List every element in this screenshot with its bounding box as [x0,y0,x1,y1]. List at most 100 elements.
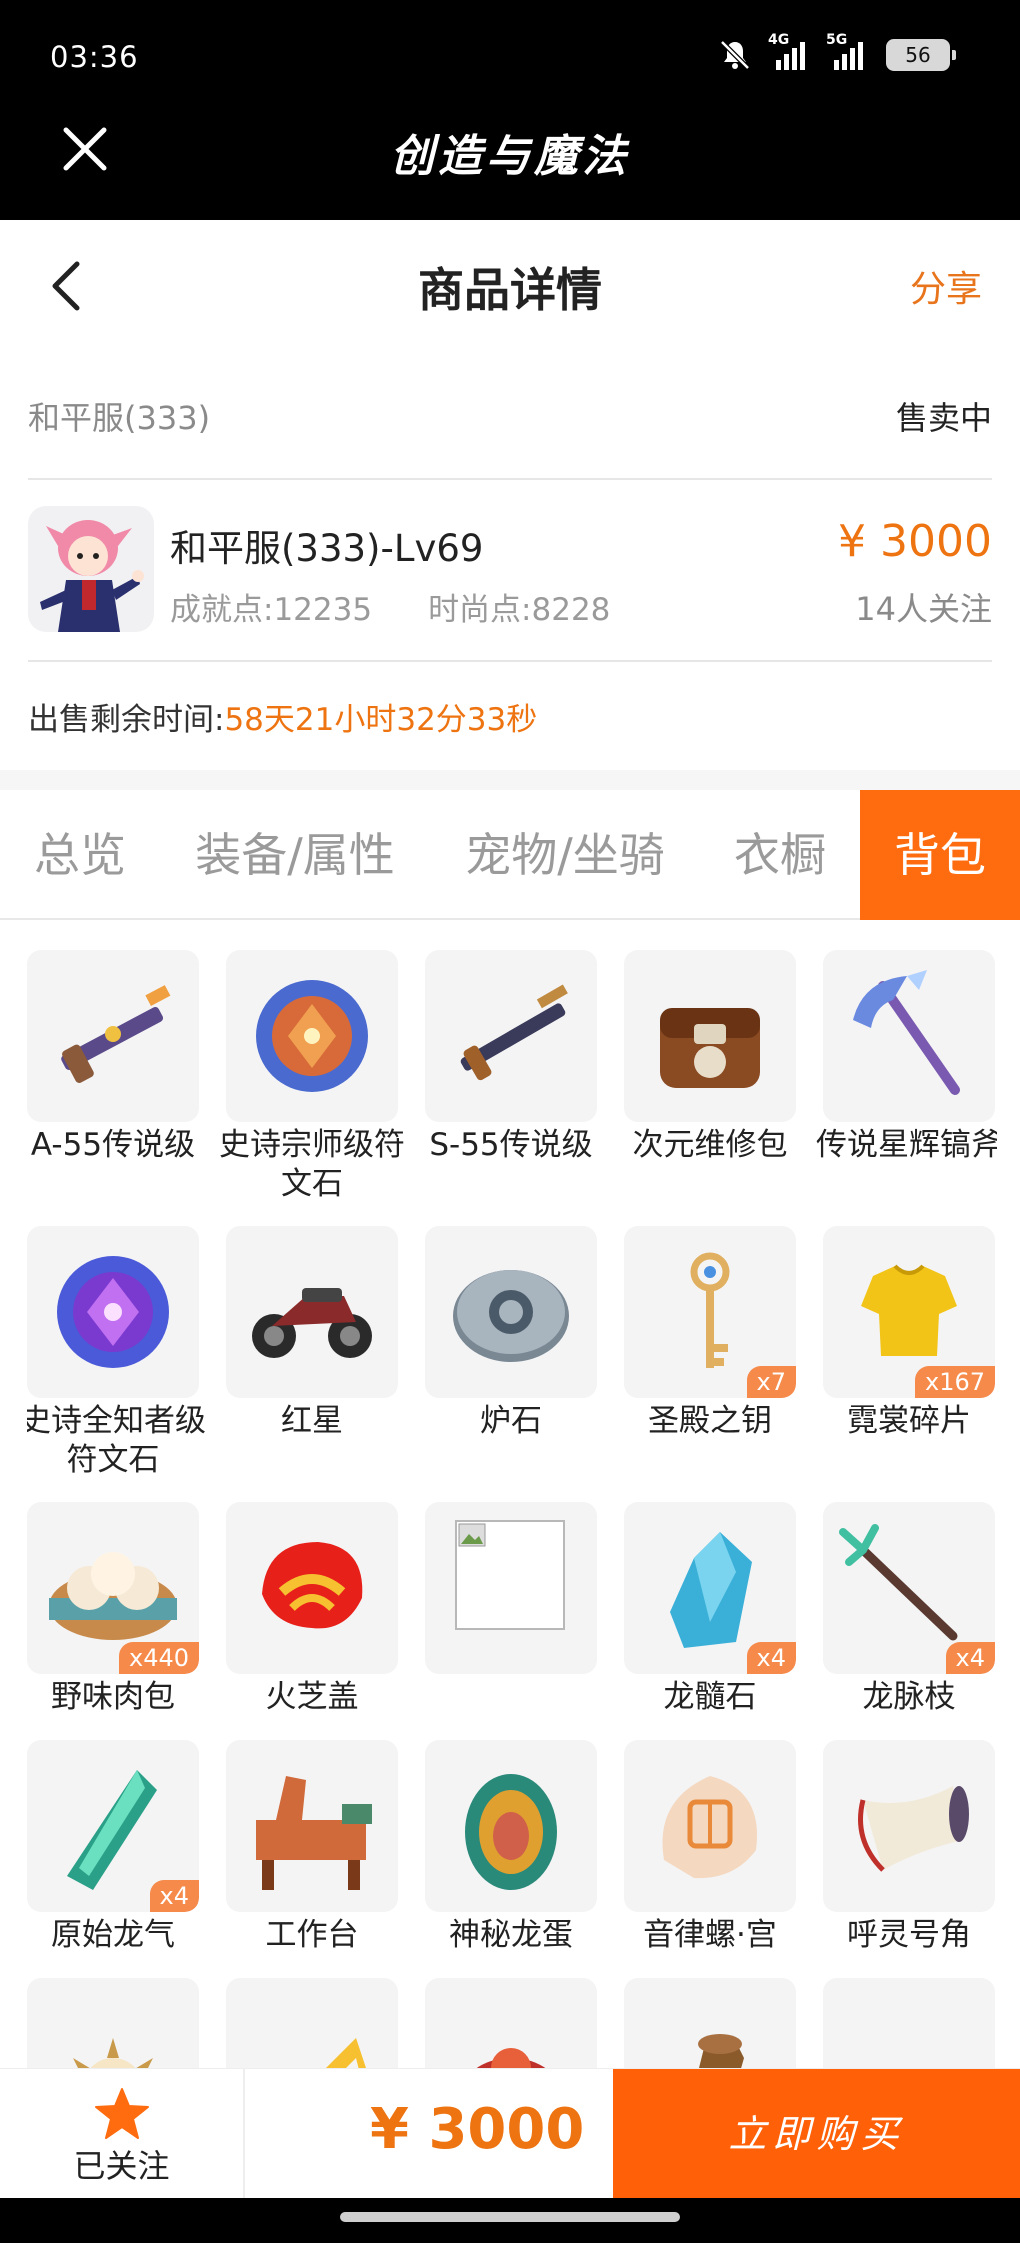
home-indicator[interactable] [340,2212,680,2222]
backpack-item[interactable] [823,1978,995,2070]
item-tile [823,950,995,1122]
backpack-item[interactable]: x7 圣殿之钥 [624,1226,796,1441]
item-name: 次元维修包 [632,1127,788,1163]
follow-label: 已关注 [73,2147,170,2185]
backpack-item[interactable]: 炉石 [425,1226,597,1441]
bottom-bar: 已关注 ¥ 3000 立即购买 [0,2068,1020,2199]
item-name: 传说星辉镐斧 [816,1127,997,1163]
backpack-item[interactable] [27,1978,199,2070]
remaining-time-row: 出售剩余时间: 58天21小时32分33秒 [28,694,537,739]
backpack-item[interactable]: A-55传说级 [27,950,199,1165]
battery-icon: 56 [886,39,956,71]
item-tile [425,950,597,1122]
app-header: 创造与魔法 [0,110,1020,220]
item-tile [425,1226,597,1398]
product-price: ¥ 3000 [838,516,992,567]
backpack-item[interactable]: 传说星辉镐斧 [816,950,997,1165]
backpack-item[interactable] [624,1978,796,2070]
share-button[interactable]: 分享 [910,260,982,312]
item-tile [27,950,199,1122]
star-icon [94,2087,150,2141]
backpack-item[interactable]: 呼灵号角 [823,1740,995,1955]
product-summary[interactable]: 和平服(333)-Lv69 成就点:12235 时尚点:8228 ¥ 3000 … [28,506,992,636]
follow-button[interactable]: 已关注 [0,2069,245,2199]
item-name: 龙髓石 [663,1679,757,1715]
tab-bar: 总览 装备/属性 宠物/坐骑 衣橱 背包 [0,790,1020,920]
item-name: 音律螺·宫 [643,1917,777,1953]
buy-now-button[interactable]: 立即购买 [613,2069,1020,2199]
item-count-badge: x440 [118,1642,199,1674]
tab-backpack[interactable]: 背包 [860,790,1020,920]
item-count-badge: x4 [945,1642,995,1674]
backpack-item[interactable]: 音律螺·宫 [624,1740,796,1955]
item-name: 火芝盖 [265,1679,359,1715]
item-tile [823,1740,995,1912]
item-name: A-55传说级 [30,1127,196,1163]
backpack-item[interactable]: x4 龙髓石 [624,1502,796,1717]
achievement-points: 成就点:12235 [170,592,373,628]
backpack-item[interactable]: x4 龙脉枝 [823,1502,995,1717]
item-name: 龙脉枝 [862,1679,956,1715]
tab-equipment[interactable]: 装备/属性 [180,790,410,920]
item-name: S-55传说级 [429,1127,593,1163]
backpack-item[interactable] [425,1978,597,2070]
sale-status: 售卖中 [895,399,992,437]
status-icons: 4G 5G 56 [718,32,956,72]
product-stats: 成就点:12235 时尚点:8228 [170,584,610,629]
section-gap [0,770,1020,790]
follower-count: 14人关注 [855,590,992,628]
backpack-item[interactable]: S-55传说级 [425,950,597,1165]
signal-4g-icon: 4G [768,32,810,72]
remaining-time-label: 出售剩余时间: [28,702,225,738]
remaining-time-value: 58天21小时32分33秒 [224,702,538,738]
item-tile [823,1978,995,2070]
tab-pets-mounts[interactable]: 宠物/坐骑 [450,790,680,920]
item-tile [425,1740,597,1912]
item-tile [226,1502,398,1674]
item-tile [226,1740,398,1912]
item-name: 呼灵号角 [847,1917,971,1953]
backpack-item[interactable]: 史诗宗师级符文石 [219,950,405,1204]
app-title: 创造与魔法 [390,131,630,182]
item-name: 炉石 [480,1403,542,1439]
backpack-item[interactable]: x4 原始龙气 [27,1740,199,1955]
divider [28,660,992,662]
item-tile [226,1978,398,2070]
tab-wardrobe[interactable]: 衣橱 [710,790,850,920]
item-tile: x4 [624,1502,796,1674]
backpack-item[interactable]: x440 野味肉包 [27,1502,199,1717]
backpack-item[interactable]: 火芝盖 [226,1502,398,1717]
product-name: 和平服(333)-Lv69 [170,527,484,570]
item-tile: x7 [624,1226,796,1398]
item-tile: x440 [27,1502,199,1674]
backpack-item[interactable]: 工作台 [226,1740,398,1955]
item-name: 野味肉包 [51,1679,175,1715]
server-row: 和平服(333) 售卖中 [28,388,992,444]
item-tile [624,1978,796,2070]
signal-5g-icon: 5G [826,32,868,72]
item-name: 红星 [281,1403,343,1439]
page-header: 商品详情 分享 [0,220,1020,350]
item-name: 神秘龙蛋 [449,1917,573,1953]
backpack-item[interactable]: 神秘龙蛋 [425,1740,597,1955]
item-count-badge: x167 [914,1366,995,1398]
backpack-item[interactable]: 史诗全知者级符文石 [27,1226,206,1480]
backpack-item[interactable] [425,1502,597,1678]
divider [28,478,992,480]
page-title: 商品详情 [418,263,602,317]
backpack-item[interactable]: x167 霓裳碎片 [823,1226,995,1441]
backpack-item[interactable] [226,1978,398,2070]
item-name: 圣殿之钥 [648,1403,772,1439]
broken-image-icon [455,1520,565,1630]
backpack-grid: A-55传说级 史诗宗师级符文石 S-55传说级 次元维修包 传说星辉镐斧史诗全知者级符… [27,950,997,2070]
character-avatar [28,506,154,632]
item-tile [624,950,796,1122]
tab-overview[interactable]: 总览 [0,790,160,920]
item-tile: x4 [27,1740,199,1912]
backpack-item[interactable]: 红星 [226,1226,398,1441]
item-tile [425,1978,597,2070]
status-time: 03:36 [50,40,139,74]
backpack-item[interactable]: 次元维修包 [624,950,796,1165]
item-tile [624,1740,796,1912]
mute-icon [718,38,752,72]
